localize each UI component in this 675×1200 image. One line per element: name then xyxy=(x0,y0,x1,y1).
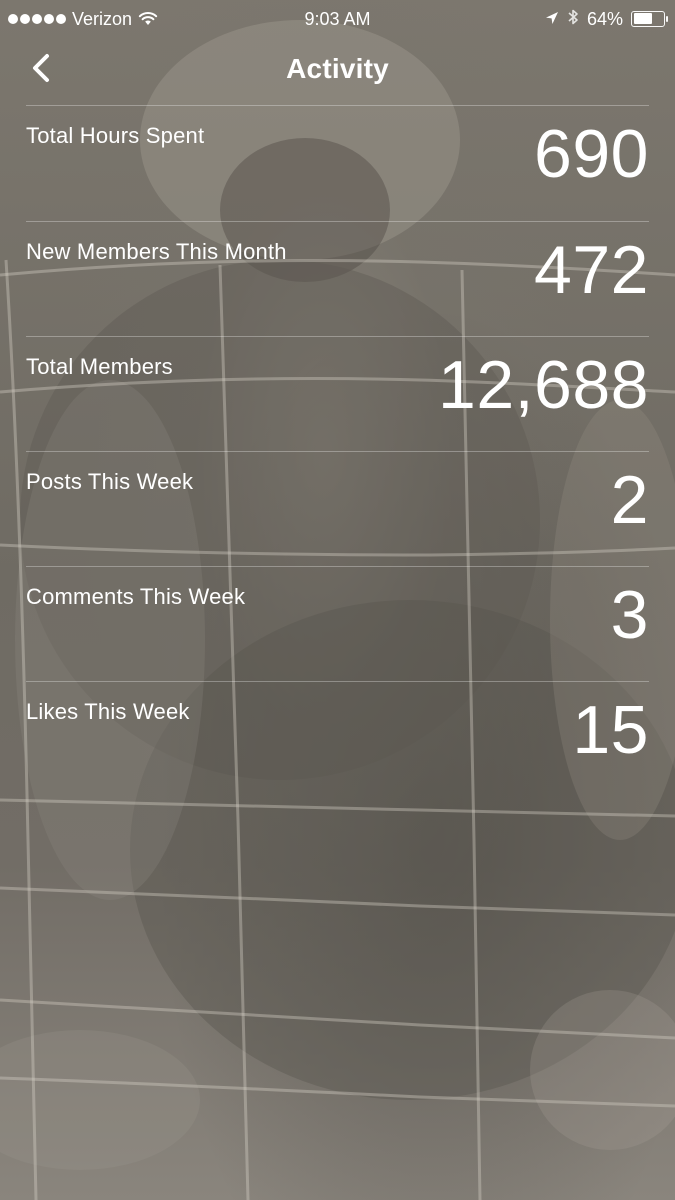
bluetooth-icon xyxy=(567,8,579,29)
stat-value: 472 xyxy=(534,232,649,308)
navigation-bar: Activity xyxy=(0,38,675,104)
location-arrow-icon xyxy=(545,10,559,28)
stat-value: 690 xyxy=(534,116,649,192)
stat-label: Total Members xyxy=(26,354,173,379)
stat-row-total-hours: Total Hours Spent 690 xyxy=(26,106,649,222)
stat-row-posts: Posts This Week 2 xyxy=(26,452,649,567)
battery-percent: 64% xyxy=(586,8,623,29)
stat-label: Total Hours Spent xyxy=(26,123,205,148)
status-bar: Verizon 9:03 AM 64% xyxy=(0,0,675,38)
stat-label: Comments This Week xyxy=(26,584,246,609)
stat-row-total-members: Total Members 12,688 xyxy=(26,337,649,452)
stat-value: 2 xyxy=(610,462,649,538)
stat-value: 3 xyxy=(610,577,649,653)
battery-icon xyxy=(631,10,668,27)
stat-row-comments: Comments This Week 3 xyxy=(26,567,649,682)
page-title: Activity xyxy=(286,53,389,84)
stat-value: 12,688 xyxy=(438,347,649,423)
stat-row-new-members: New Members This Month 472 xyxy=(26,222,649,337)
stat-label: Posts This Week xyxy=(26,469,194,494)
activity-stats-list: Total Hours Spent 690 New Members This M… xyxy=(26,105,649,797)
stat-value: 15 xyxy=(572,692,649,768)
stat-label: New Members This Month xyxy=(26,239,287,264)
stat-label: Likes This Week xyxy=(26,699,190,724)
status-bar-right: 64% xyxy=(545,8,668,29)
battery-level-fill xyxy=(633,13,653,24)
stat-row-likes: Likes This Week 15 xyxy=(26,682,649,797)
